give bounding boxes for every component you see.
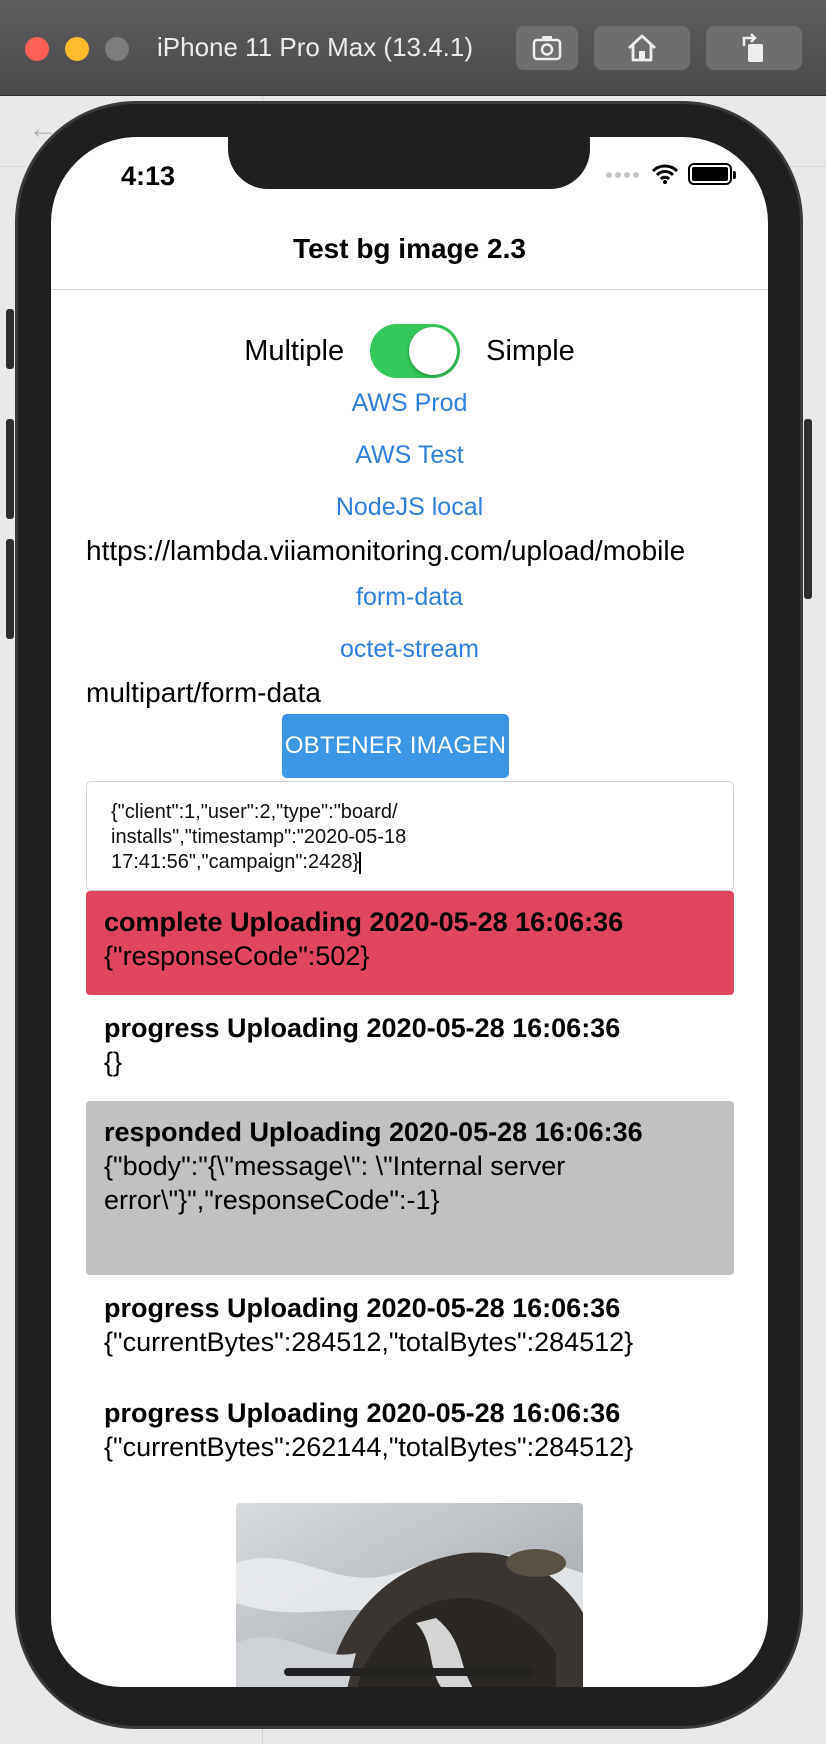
json-input-line: {"client":1,"user":2,"type":"board/: [111, 801, 398, 823]
page-title: Test bg image 2.3: [293, 233, 526, 264]
home-icon: [628, 34, 656, 62]
nav-divider: [51, 289, 768, 290]
toggle-left-label: Multiple: [244, 334, 345, 367]
notch: [228, 137, 590, 189]
rotate-button[interactable]: [706, 26, 802, 70]
current-content-type-text: multipart/form-data: [86, 677, 321, 708]
signal-icon: [606, 165, 642, 183]
log-body: {}: [104, 1047, 123, 1077]
screenshot-button[interactable]: [516, 26, 578, 70]
aws-prod-link[interactable]: AWS Prod: [51, 389, 768, 418]
close-window-button[interactable]: [25, 37, 49, 61]
minimize-window-button[interactable]: [65, 37, 89, 61]
log-entry-responded: responded Uploading 2020-05-28 16:06:36 …: [86, 1101, 734, 1275]
phone-screen: 4:13 Test bg image 2.3 Multiple Simple A…: [51, 137, 768, 1687]
current-url-text: https://lambda.viiamonitoring.com/upload…: [86, 535, 686, 566]
json-input-line-text: 17:41:56","campaign":2428}: [111, 851, 360, 873]
status-time: 4:13: [121, 161, 176, 191]
home-button[interactable]: [594, 26, 690, 70]
log-entry-progress: progress Uploading 2020-05-28 16:06:36 {…: [86, 1277, 734, 1373]
simulator-title: iPhone 11 Pro Max (13.4.1): [157, 32, 474, 62]
nodejs-local-link[interactable]: NodeJS local: [51, 493, 768, 522]
power-button: [804, 419, 812, 599]
zoom-window-button[interactable]: [105, 37, 129, 61]
log-body: {"responseCode":502}: [104, 941, 370, 971]
text-caret: [359, 851, 362, 874]
octet-stream-link[interactable]: octet-stream: [51, 635, 768, 664]
log-entry-complete: complete Uploading 2020-05-28 16:06:36 {…: [86, 891, 734, 995]
log-header: progress Uploading 2020-05-28 16:06:36: [104, 1293, 621, 1323]
mode-switch[interactable]: [370, 324, 461, 378]
log-header: complete Uploading 2020-05-28 16:06:36: [104, 907, 624, 937]
log-entry-progress: progress Uploading 2020-05-28 16:06:36 {…: [86, 1382, 734, 1478]
switch-knob: [409, 327, 458, 375]
aws-test-link[interactable]: AWS Test: [51, 441, 768, 470]
home-indicator: [284, 1668, 534, 1676]
log-header: progress Uploading 2020-05-28 16:06:36: [104, 1013, 621, 1043]
log-header: responded Uploading 2020-05-28 16:06:36: [104, 1117, 643, 1147]
get-image-button[interactable]: OBTENER IMAGEN: [282, 714, 509, 778]
toggle-right-label: Simple: [486, 334, 575, 367]
log-body: {"body":"{\"message\": \"Internal server…: [104, 1151, 566, 1215]
mute-switch: [6, 309, 14, 369]
screenshot-icon: [532, 36, 562, 61]
log-body: {"currentBytes":284512,"totalBytes":2845…: [104, 1327, 634, 1357]
wifi-icon: [652, 164, 678, 184]
form-data-link[interactable]: form-data: [51, 583, 768, 612]
mode-toggle-row: Multiple Simple: [51, 324, 768, 378]
status-icons: [606, 163, 736, 185]
log-entry-progress: progress Uploading 2020-05-28 16:06:36 {…: [86, 997, 734, 1093]
battery-icon: [688, 163, 736, 185]
waterfall-photo: [236, 1503, 583, 1687]
simulator-title-bar: iPhone 11 Pro Max (13.4.1): [0, 0, 826, 96]
json-input-line: installs","timestamp":"2020-05-18: [111, 826, 407, 848]
uploaded-image-preview: [236, 1503, 583, 1687]
rotate-icon: [742, 33, 763, 62]
log-body: {"currentBytes":262144,"totalBytes":2845…: [104, 1432, 634, 1462]
log-header: progress Uploading 2020-05-28 16:06:36: [104, 1398, 621, 1428]
volume-down-button: [6, 539, 14, 639]
json-input-line: 17:41:56","campaign":2428}: [111, 850, 709, 875]
json-input[interactable]: {"client":1,"user":2,"type":"board/ inst…: [86, 781, 734, 891]
volume-up-button: [6, 419, 14, 519]
